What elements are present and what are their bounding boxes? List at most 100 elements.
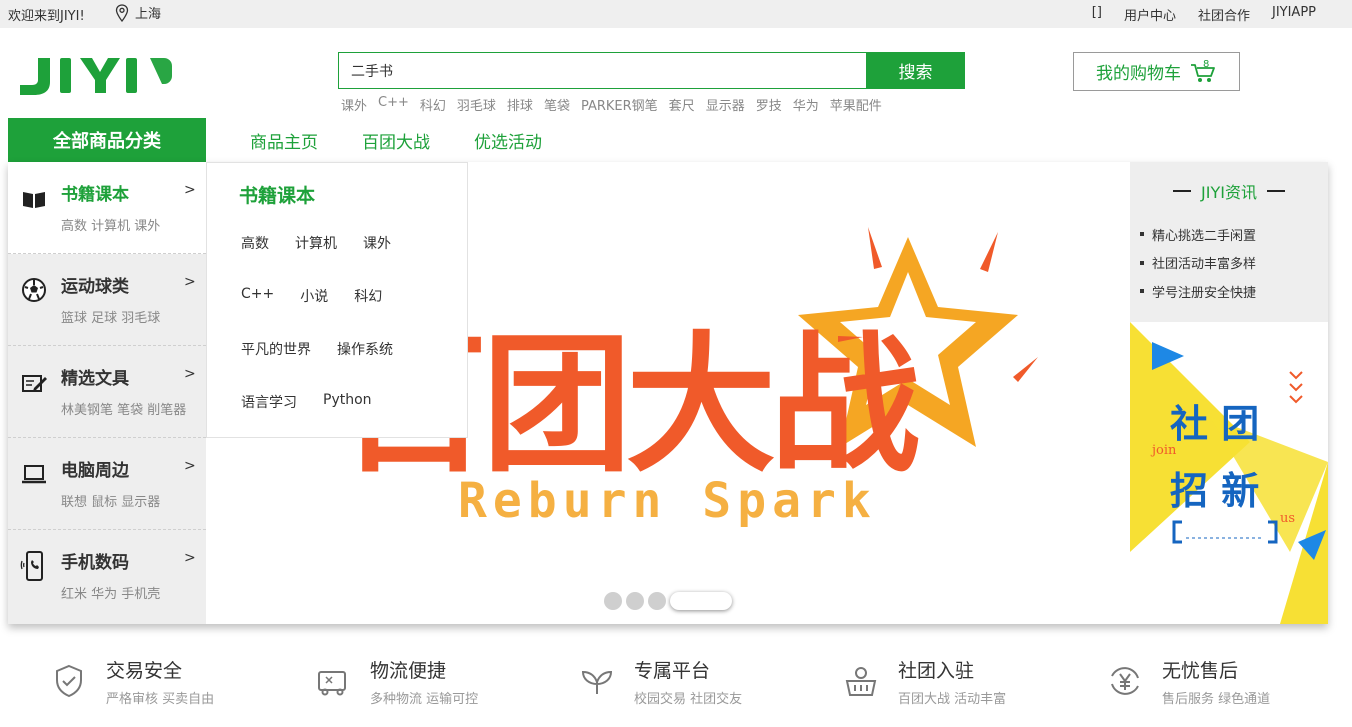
top-link-user-center[interactable]: 用户中心	[1124, 5, 1176, 24]
laptop-icon	[22, 465, 46, 484]
chevron-right-icon: >	[184, 550, 196, 566]
news-item[interactable]: 精心挑选二手闲置	[1140, 220, 1256, 249]
hotword[interactable]: 羽毛球	[457, 95, 496, 114]
cart-icon: 8	[1191, 59, 1215, 82]
flyout-link[interactable]: 操作系统	[337, 339, 393, 359]
chevron-right-icon: >	[184, 458, 196, 474]
news-panel: JIYI资讯 精心挑选二手闲置 社团活动丰富多样 学号注册安全快捷	[1130, 162, 1328, 322]
flyout-link[interactable]: 课外	[363, 233, 391, 253]
nav-link-club-fair[interactable]: 百团大战	[362, 128, 430, 153]
news-list: 精心挑选二手闲置 社团活动丰富多样 学号注册安全快捷	[1140, 220, 1256, 306]
service-title: 物流便捷	[370, 660, 447, 682]
hotword[interactable]: 科幻	[420, 95, 446, 114]
news-item[interactable]: 学号注册安全快捷	[1140, 277, 1256, 306]
flyout-link[interactable]: 高数	[241, 233, 269, 253]
news-title: JIYI资讯	[1201, 183, 1257, 202]
search-button[interactable]: 搜索	[866, 52, 965, 89]
news-text: 社团活动丰富多样	[1152, 257, 1257, 273]
banner-subtitle: Reburn Spark	[458, 473, 877, 529]
hotword[interactable]: 华为	[793, 95, 819, 114]
service-item: 交易安全 严格审核 买卖自由	[50, 652, 214, 707]
category-subitems: 红米 华为 手机壳	[61, 587, 161, 602]
cart-count: 8	[1203, 59, 1209, 70]
hotword[interactable]: C++	[378, 95, 409, 114]
book-icon	[23, 192, 45, 208]
nav-link-home[interactable]: 商品主页	[250, 128, 318, 153]
news-text: 学号注册安全快捷	[1152, 285, 1257, 301]
flyout-link[interactable]: 平凡的世界	[241, 339, 311, 359]
service-guarantees: 交易安全 严格审核 买卖自由 物流便捷多种物流 运输可控 专属平台 校园交易 社团交…	[0, 652, 1352, 727]
service-subtitle: 百团大战 活动丰富	[898, 692, 1007, 707]
phone-icon	[20, 551, 43, 581]
category-sidebar: 书籍课本 > 高数 计算机 课外 运动球类 > 篮球 足球 羽毛球 精选文具 >…	[8, 162, 206, 624]
service-item: 物流便捷多种物流 运输可控	[314, 652, 478, 707]
service-item: 专属平台 校园交易 社团交友	[578, 652, 742, 707]
jiyi-logo[interactable]	[16, 50, 176, 100]
flyout-row: 平凡的世界 操作系统	[241, 339, 393, 359]
hotword[interactable]: 笔袋	[544, 95, 570, 114]
carousel-dot-active[interactable]	[670, 592, 732, 610]
category-name: 手机数码	[61, 553, 129, 573]
hotword[interactable]: 排球	[507, 95, 533, 114]
flyout-link[interactable]: 计算机	[295, 233, 337, 253]
service-subtitle: 多种物流 运输可控	[370, 692, 479, 707]
divider	[1173, 190, 1192, 192]
welcome-text: 欢迎来到JIYI!	[8, 9, 85, 24]
hot-keywords: 课外 C++ 科幻 羽毛球 排球 笔袋 PARKER钢笔 套尺 显示器 罗技 华…	[341, 95, 882, 114]
hotword[interactable]: 课外	[341, 95, 367, 114]
location-label: 上海	[135, 7, 162, 22]
service-subtitle: 校园交易 社团交友	[634, 692, 743, 707]
shield-check-icon	[56, 664, 82, 698]
pen-paper-icon	[22, 375, 47, 392]
category-item-computer[interactable]: 电脑周边 > 联想 鼠标 显示器	[8, 438, 206, 530]
carousel-dot[interactable]	[604, 592, 622, 610]
poster-line1: 社 团	[1170, 402, 1259, 446]
category-flyout: 书籍课本 高数 计算机 课外 C++ 小说 科幻 平凡的世界 操作系统 语言学习…	[206, 162, 468, 438]
flyout-link[interactable]: 小说	[300, 286, 328, 306]
flyout-row: 高数 计算机 课外	[241, 233, 391, 253]
category-item-phones[interactable]: 手机数码 > 红米 华为 手机壳	[8, 530, 206, 622]
top-link-app[interactable]: JIYIAPP	[1272, 5, 1316, 24]
top-bar: 欢迎来到JIYI! 上海 [] 用户中心 社团合作 JIYIAPP	[0, 0, 1352, 28]
location-selector[interactable]: 上海	[115, 3, 161, 22]
news-title-row: JIYI资讯	[1130, 179, 1328, 203]
service-item: 社团入驻百团大战 活动丰富	[842, 652, 1006, 707]
shopping-cart-button[interactable]: 我的购物车 8	[1073, 52, 1240, 91]
chevron-right-icon: >	[184, 274, 196, 290]
all-categories-button[interactable]: 全部商品分类	[8, 118, 206, 162]
sprout-icon	[581, 670, 613, 694]
category-item-sports[interactable]: 运动球类 > 篮球 足球 羽毛球	[8, 254, 206, 346]
service-title: 交易安全	[106, 660, 183, 682]
category-subitems: 林美钢笔 笔袋 削笔器	[61, 403, 187, 418]
carousel-dot[interactable]	[626, 592, 644, 610]
top-link-bracket[interactable]: []	[1092, 5, 1102, 24]
nav-link-events[interactable]: 优选活动	[474, 128, 542, 153]
soccer-ball-icon	[22, 278, 46, 302]
hotword[interactable]: 罗技	[756, 95, 782, 114]
flyout-row: 语言学习 Python	[241, 392, 372, 412]
club-recruit-poster[interactable]: 社 团 招 新 join us	[1130, 322, 1328, 624]
flyout-link[interactable]: Python	[323, 392, 372, 412]
search-input[interactable]	[338, 52, 866, 89]
flyout-row: C++ 小说 科幻	[241, 286, 382, 306]
chevron-right-icon: >	[184, 366, 196, 382]
hotword[interactable]: 套尺	[669, 95, 695, 114]
bullet-icon	[1140, 289, 1144, 294]
flyout-link[interactable]: 语言学习	[241, 392, 297, 412]
category-item-books[interactable]: 书籍课本 > 高数 计算机 课外	[8, 162, 206, 254]
hotword[interactable]: PARKER钢笔	[581, 95, 658, 114]
hotword[interactable]: 苹果配件	[830, 95, 882, 114]
category-name: 电脑周边	[61, 461, 129, 481]
service-title: 社团入驻	[898, 660, 975, 682]
carousel-dot[interactable]	[648, 592, 666, 610]
hotword[interactable]: 显示器	[706, 95, 745, 114]
flyout-link[interactable]: 科幻	[354, 286, 382, 306]
divider	[1266, 190, 1285, 192]
poster-join: join	[1150, 443, 1177, 458]
flyout-link[interactable]: C++	[241, 286, 274, 306]
news-item[interactable]: 社团活动丰富多样	[1140, 249, 1256, 278]
category-item-stationery[interactable]: 精选文具 > 林美钢笔 笔袋 削笔器	[8, 346, 206, 438]
delivery-truck-icon	[318, 671, 346, 696]
chevron-right-icon: >	[184, 182, 196, 198]
top-link-club-partner[interactable]: 社团合作	[1198, 5, 1250, 24]
